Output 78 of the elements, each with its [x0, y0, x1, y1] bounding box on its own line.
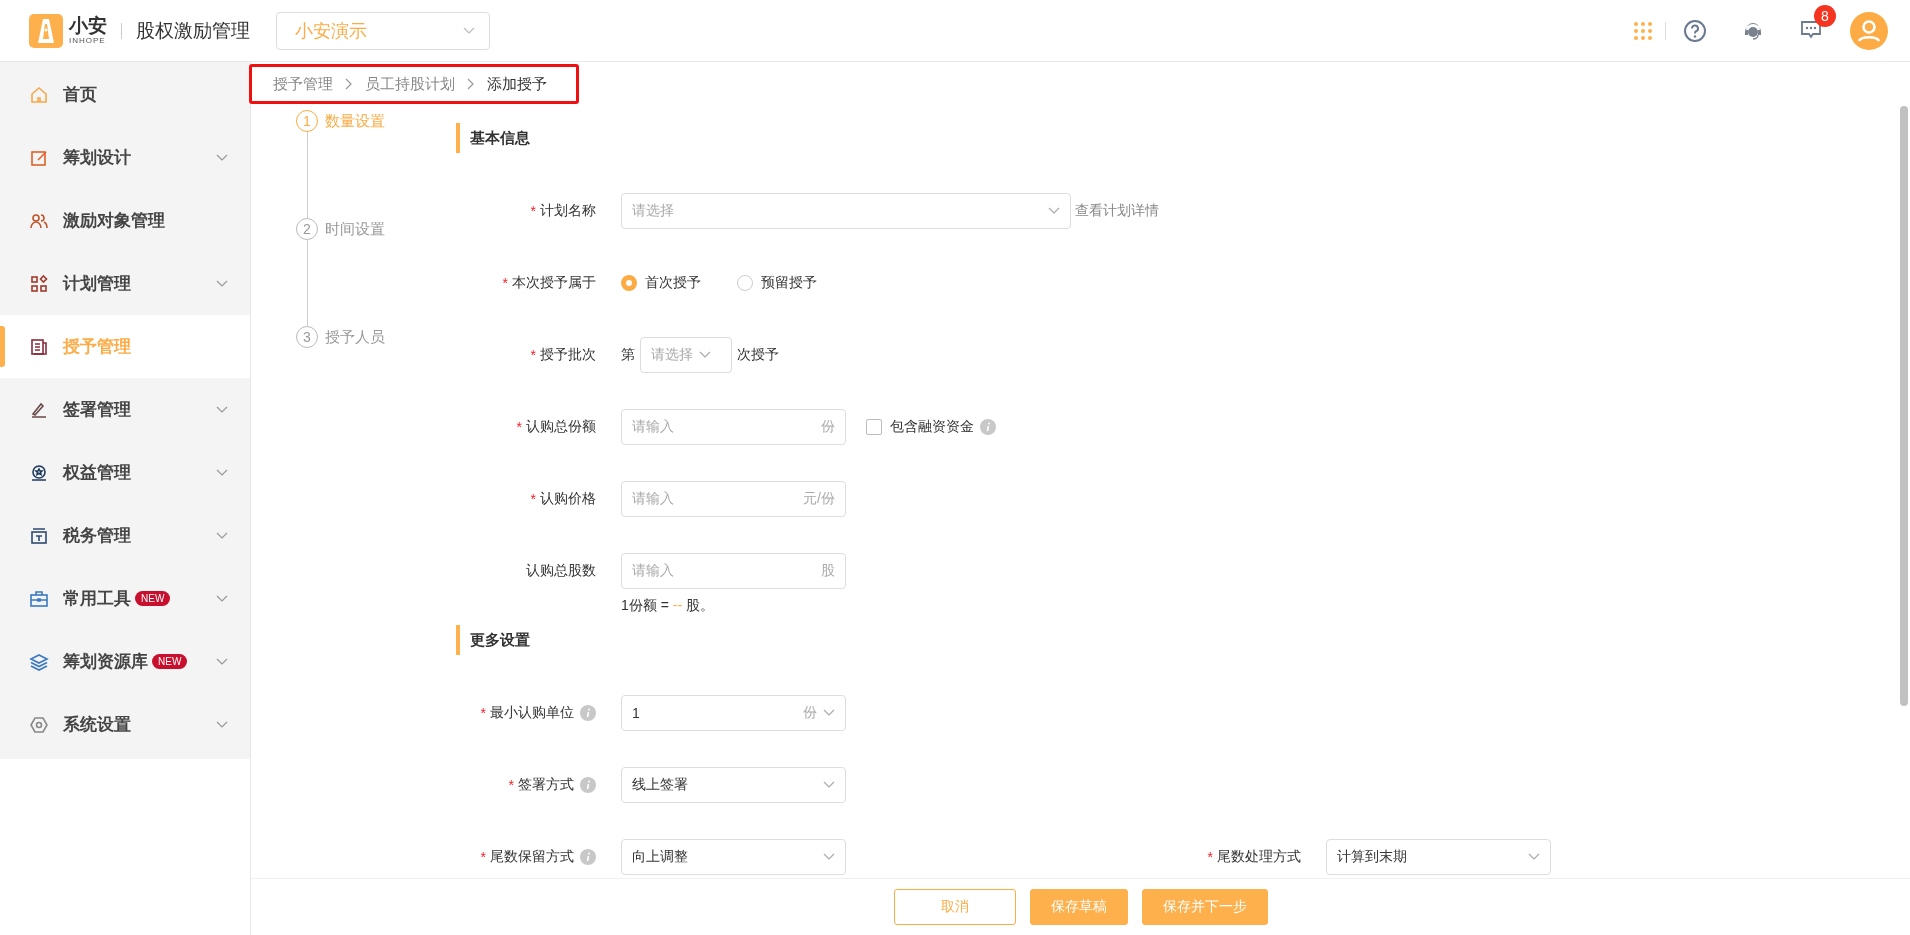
sidebar-item[interactable]: 税务管理	[0, 504, 250, 567]
sidebar-item[interactable]: 激励对象管理	[0, 189, 250, 252]
notification-badge: 8	[1814, 4, 1836, 27]
chevron-down-icon	[823, 781, 835, 789]
logo-name: 小安	[69, 16, 107, 35]
chevron-down-icon	[699, 351, 711, 359]
sidebar-item[interactable]: 系统设置	[0, 693, 250, 756]
required-mark: *	[530, 491, 536, 507]
field-label: 授予批次	[540, 346, 596, 364]
required-mark: *	[530, 203, 536, 219]
new-badge: NEW	[152, 654, 188, 669]
chevron-down-icon	[1528, 853, 1540, 861]
chevron-down-icon	[1048, 207, 1060, 215]
sidebar-item[interactable]: 常用工具 NEW	[0, 567, 250, 630]
radio-option[interactable]: 预留授予	[737, 274, 817, 292]
logo-subtitle: INHOPE	[69, 37, 107, 45]
batch-prefix: 第	[621, 346, 635, 364]
info-icon[interactable]	[580, 849, 596, 865]
required-mark: *	[480, 849, 486, 865]
required-mark: *	[480, 705, 486, 721]
field-label: 最小认购单位	[490, 704, 574, 722]
sidebar-item[interactable]: 首页	[0, 63, 250, 126]
select-field[interactable]: 线上签署	[621, 767, 846, 803]
chevron-right-icon	[345, 78, 353, 90]
breadcrumb-item[interactable]: 授予管理	[273, 74, 333, 94]
required-mark: *	[530, 347, 536, 363]
field-label: 签署方式	[518, 776, 574, 794]
select-field[interactable]: 向上调整	[621, 839, 846, 875]
sidebar-item[interactable]: 权益管理	[0, 441, 250, 504]
grid-icon	[29, 273, 49, 294]
radio-option[interactable]: 首次授予	[621, 274, 701, 292]
checkbox[interactable]: 包含融资资金	[866, 418, 974, 436]
app-title: 股权激励管理	[136, 18, 250, 43]
field-label: 本次授予属于	[512, 274, 596, 292]
info-icon[interactable]	[580, 705, 596, 721]
plan-details-link[interactable]: 查看计划详情	[1075, 202, 1159, 220]
sidebar-item[interactable]: 筹划设计	[0, 126, 250, 189]
new-badge: NEW	[135, 591, 171, 606]
medal-icon	[29, 462, 49, 483]
chevron-down-icon	[823, 853, 835, 861]
field-label: 计划名称	[540, 202, 596, 220]
chevron-down-icon	[823, 709, 835, 717]
chevron-down-icon	[463, 26, 475, 35]
step-number: 2	[296, 218, 318, 240]
field-label: 认购总份额	[526, 418, 596, 436]
tax-icon	[29, 525, 49, 546]
chevron-right-icon	[467, 78, 475, 90]
home-icon	[29, 84, 49, 105]
sidebar-item[interactable]: 筹划资源库 NEW	[0, 630, 250, 693]
required-mark: *	[516, 419, 522, 435]
sidebar-item[interactable]: 签署管理	[0, 378, 250, 441]
sidebar-item[interactable]: 计划管理	[0, 252, 250, 315]
avatar-icon[interactable]	[1850, 11, 1888, 50]
required-mark: *	[508, 777, 514, 793]
required-mark: *	[1207, 849, 1213, 865]
toolbox-icon	[29, 588, 49, 609]
select-field[interactable]: 1 份	[621, 695, 846, 731]
batch-suffix: 次授予	[737, 346, 779, 364]
info-icon[interactable]	[580, 777, 596, 793]
field-label: 认购总股数	[526, 562, 596, 580]
field-label: 认购价格	[540, 490, 596, 508]
field-label: 尾数保留方式	[490, 848, 574, 866]
app-grid-icon[interactable]	[1633, 20, 1653, 41]
conversion-note: 1份额 = -- 股。	[621, 597, 715, 615]
breadcrumb-item[interactable]: 员工持股计划	[365, 74, 455, 94]
required-mark: *	[502, 275, 508, 291]
hexagon-icon	[29, 714, 49, 735]
scrollbar[interactable]	[1900, 106, 1908, 706]
help-icon[interactable]	[1683, 18, 1707, 43]
info-icon[interactable]	[980, 419, 996, 435]
logo-icon	[29, 13, 63, 48]
step-number: 1	[296, 110, 318, 132]
layers-icon	[29, 651, 49, 672]
step-number: 3	[296, 326, 318, 348]
breadcrumb-item: 添加授予	[487, 74, 547, 94]
field-label: 尾数处理方式	[1217, 848, 1301, 866]
select-field[interactable]: 计算到末期	[1326, 839, 1551, 875]
document-icon	[29, 336, 49, 357]
